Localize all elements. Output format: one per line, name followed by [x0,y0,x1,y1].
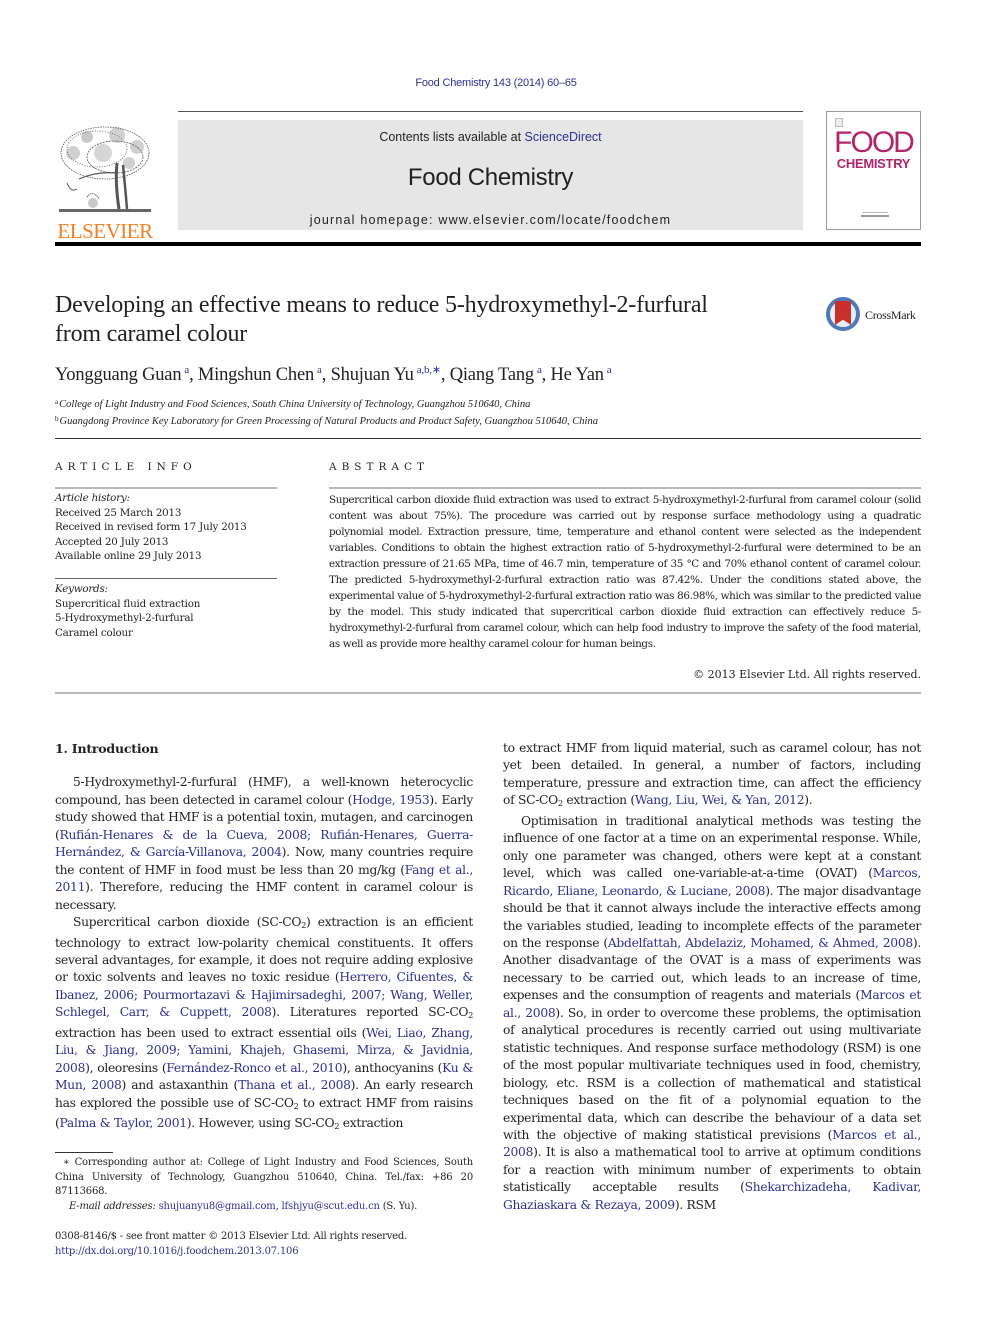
abstract-heading: ABSTRACT [329,461,430,473]
author-name[interactable]: Shujuan Yu [331,365,414,385]
citation-link[interactable]: Palma & Taylor, 2001 [60,1116,188,1130]
title-line: Developing an effective means to reduce … [55,292,708,318]
citation-link[interactable]: Marcos et al., 2008 [503,1128,921,1159]
paragraph: Supercritical carbon dioxide (SC-CO2) ex… [55,915,474,1132]
article-history: Article history: Received 25 March 2013 … [55,491,277,564]
keywords-rule [55,578,277,579]
crossmark-label: CrossMark [865,308,916,322]
email-label: E-mail addresses: [69,1200,156,1212]
article-info-rule [55,487,277,489]
masthead-banner: Contents lists available at ScienceDirec… [178,120,803,230]
citation-link[interactable]: Herrero, Cifuentes, & Ibanez, 2006; Pour… [55,970,473,1019]
subscript: 2 [334,1122,340,1132]
cover-fine-print [861,215,889,217]
affiliation-item: aCollege of Light Industry and Food Scie… [55,395,598,412]
author-affiliation-marker[interactable]: a [317,364,322,376]
sciencedirect-link[interactable]: ScienceDirect [525,130,602,144]
abstract-rule [329,487,921,489]
history-item: Available online 29 July 2013 [55,550,202,562]
affiliation-marker: a [55,398,59,406]
author-affiliation-marker[interactable]: a,b,∗ [417,364,441,376]
body-column-right: to extract HMF from liquid material, suc… [503,740,921,1214]
email-suffix: (S. Yu). [379,1200,418,1212]
subscript: 2 [557,799,563,809]
author-list: Yongguang Guan a, Mingshun Chen a, Shujuan… [55,364,612,385]
section-heading-introduction: 1. Introduction [55,741,159,756]
journal-homepage-link[interactable]: journal homepage: www.elsevier.com/locat… [178,213,803,227]
contents-prefix-text: Contents lists available at [379,130,525,144]
issn-line: 0308-8146/$ - see front matter © 2013 El… [55,1231,408,1242]
affiliation-marker: b [55,415,59,423]
paragraph: Optimisation in traditional analytical m… [503,813,921,1212]
footnote-rule [55,1152,113,1153]
cover-title-chemistry: CHEMISTRY [836,156,911,171]
keyword-item[interactable]: Caramel colour [55,626,277,641]
journal-citation[interactable]: Food Chemistry 143 (2014) 60–65 [0,77,992,89]
journal-name: Food Chemistry [407,164,574,191]
email-note: E-mail addresses: shujuanyu8@gmail.com, … [69,1200,418,1212]
cover-fine-print [862,212,888,213]
journal-cover-thumbnail[interactable]: FOOD CHEMISTRY [826,111,921,230]
author-affiliation-marker[interactable]: a [184,364,189,376]
citation-link[interactable]: Shekarchizadeha, Kadivar, Ghaziaskara & … [503,1180,921,1211]
contents-available-line: Contents lists available at ScienceDirec… [178,130,803,144]
citation-link[interactable]: Rufián-Henares & de la Cueva, 2008; Rufi… [55,828,473,859]
masthead-bottom-rule [55,242,921,246]
citation-link[interactable]: Marcos et al., 2008 [503,988,921,1019]
citation-link[interactable]: Fang et al., 2011 [55,863,473,894]
author-name[interactable]: He Yan [550,365,603,385]
elsevier-wordmark: ELSEVIER [57,219,153,243]
citation-link[interactable]: Marcos, Ricardo, Eliane, Leonardo, & Luc… [503,866,921,897]
author-name[interactable]: Mingshun Chen [198,365,314,385]
title-line: from caramel colour [55,321,248,347]
history-item: Accepted 20 July 2013 [55,535,169,548]
affiliations: aCollege of Light Industry and Food Scie… [55,395,598,429]
keyword-item[interactable]: Supercritical fluid extraction [55,597,277,612]
citation-link[interactable]: Abdelfattah, Abdelaziz, Mohamed, & Ahmed… [608,936,913,950]
abstract-bottom-rule [55,692,921,694]
citation-link[interactable]: Thana et al., 2008 [238,1078,351,1092]
subscript: 2 [301,921,306,931]
email-link[interactable]: shujuanyu8@gmail.com [159,1201,276,1212]
paragraph: 5-Hydroxymethyl-2-furfural (HMF), a well… [55,775,474,912]
masthead-top-rule [178,111,803,112]
body-column-left: 1. Introduction 5-Hydroxymethyl-2-furfur… [55,740,473,1136]
author-name[interactable]: Qiang Tang [450,365,534,385]
citation-link[interactable]: Hodge, 1953 [352,793,430,807]
history-item: Received in revised form 17 July 2013 [55,521,247,533]
cover-title-food: FOOD [834,126,915,159]
article-title: Developing an effective means to reduce … [55,291,795,349]
keyword-item[interactable]: 5-Hydroxymethyl-2-furfural [55,611,277,626]
corresponding-author-note: ∗ Corresponding author at: College of Li… [55,1157,473,1197]
footnotes: ∗ Corresponding author at: College of Li… [55,1156,473,1214]
front-matter: 0308-8146/$ - see front matter © 2013 El… [55,1230,407,1259]
header-divider [55,438,921,439]
author-affiliation-marker[interactable]: a [537,364,542,376]
elsevier-logo[interactable]: ELSEVIER [55,120,155,244]
history-item: Received 25 March 2013 [55,506,182,519]
affiliation-item: bGuangdong Province Key Laboratory for G… [55,412,598,429]
subscript: 2 [293,1101,299,1111]
author-affiliation-marker[interactable]: a [607,364,612,376]
author-name[interactable]: Yongguang Guan [55,365,182,385]
subscript: 2 [468,1011,474,1021]
elsevier-tree-icon [59,126,151,212]
affiliation-text: College of Light Industry and Food Scien… [59,399,531,410]
affiliation-text: Guangdong Province Key Laboratory for Gr… [59,416,598,427]
article-history-label: Article history: [55,492,130,504]
doi-link[interactable]: http://dx.doi.org/10.1016/j.foodchem.201… [55,1245,407,1260]
paragraph: to extract HMF from liquid material, suc… [503,741,921,809]
keywords-label: Keywords: [55,583,108,595]
crossmark-badge[interactable]: CrossMark [826,297,926,333]
citation-link[interactable]: Fernández-Ronco et al., 2010 [166,1061,342,1075]
keywords: Keywords: Supercritical fluid extraction… [55,582,277,640]
abstract-copyright: © 2013 Elsevier Ltd. All rights reserved… [693,668,921,681]
abstract-text: Supercritical carbon dioxide fluid extra… [329,494,921,650]
journal-masthead: ELSEVIER Contents lists available at Sci… [55,111,921,246]
article-info-heading: ARTICLE INFO [55,461,197,473]
citation-link[interactable]: Wang, Liu, Wei, & Yan, 2012 [635,793,805,807]
email-link[interactable]: lfshjyu@scut.edu.cn [282,1201,380,1212]
